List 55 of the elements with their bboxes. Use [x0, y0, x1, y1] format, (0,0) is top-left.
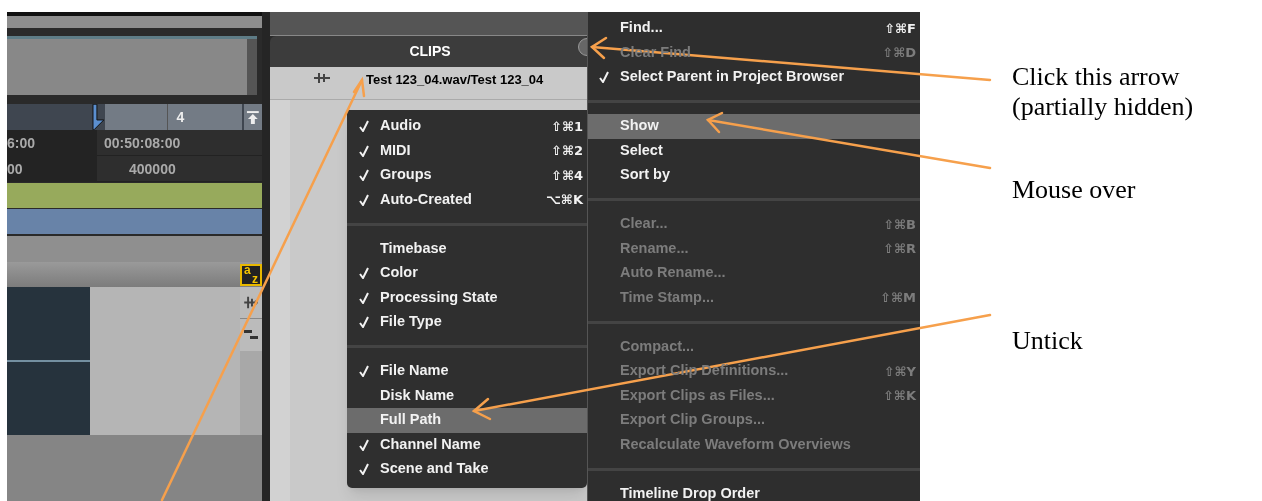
- check-icon: [358, 144, 369, 157]
- menu-item[interactable]: Groups ⇧⌘4: [347, 163, 587, 188]
- shortcut-text: ⇧⌘Y: [883, 362, 917, 381]
- menu-item[interactable]: Scene and Take: [347, 457, 587, 482]
- upload-icon[interactable]: [244, 104, 262, 130]
- shortcut-text: ⌥⌘K: [545, 191, 584, 209]
- menu-item[interactable]: Select Parent in Project Browser: [588, 65, 920, 90]
- check-icon: [358, 291, 369, 304]
- menu-item[interactable]: Show: [588, 114, 920, 139]
- timecode-cell-text: 00:50:08:00: [103, 133, 181, 153]
- ruler-segment: [105, 104, 168, 130]
- check-icon: [599, 71, 609, 84]
- shortcut-text: ⇧⌘2: [551, 142, 584, 160]
- menu-item[interactable]: Select: [588, 138, 920, 163]
- timecode-cell: 6:00: [7, 129, 97, 156]
- menu-item[interactable]: MIDI ⇧⌘2: [347, 138, 587, 163]
- annotation-text: Click this arrow (partially hidden): [1012, 62, 1194, 122]
- check-icon: [358, 193, 369, 206]
- sort-button[interactable]: a z: [240, 263, 262, 286]
- menu-item[interactable]: Processing State: [347, 285, 587, 310]
- menu-item[interactable]: Disk Name: [347, 383, 587, 408]
- shortcut-text: ⇧⌘K: [882, 387, 917, 405]
- menu-item[interactable]: Audio ⇧⌘1: [347, 114, 587, 139]
- menu-item[interactable]: Sort by: [588, 163, 920, 188]
- bar-number: 4: [167, 104, 243, 130]
- check-icon: [358, 267, 369, 280]
- shortcut-text: ⇧⌘B: [883, 215, 917, 234]
- timecode-cell-text: 400000: [128, 159, 176, 179]
- menu-item[interactable]: Color: [347, 261, 587, 286]
- menu-item[interactable]: Channel Name: [347, 432, 587, 457]
- shortcut-text: ⇧⌘F: [884, 19, 917, 38]
- shortcut-text: ⇧⌘1: [551, 117, 584, 136]
- lines-icon[interactable]: [240, 319, 262, 351]
- menu-item[interactable]: File Type: [347, 310, 587, 335]
- annotation-text: Untick: [1012, 326, 1083, 356]
- shortcut-text: ⇧⌘4: [551, 166, 584, 185]
- shortcut-text: ⇧⌘D: [882, 44, 917, 62]
- menu-item[interactable]: File Name: [347, 359, 587, 384]
- shortcut-text: ⇧⌘R: [883, 240, 917, 258]
- check-icon: [358, 169, 369, 182]
- check-icon: [358, 463, 369, 476]
- shortcut-text: ⇧⌘M: [880, 289, 917, 307]
- menu-item[interactable]: Auto-Created ⌥⌘K: [347, 187, 587, 212]
- check-icon: [358, 120, 369, 133]
- timecode-cell: 00: [7, 155, 97, 182]
- waveform-icon: [314, 72, 330, 84]
- menu-item[interactable]: Find... ⇧⌘F: [588, 16, 920, 41]
- menu-item[interactable]: Full Path: [347, 408, 587, 433]
- menu-item[interactable]: Timeline Drop Order: [588, 481, 920, 501]
- panel-title: CLIPS: [409, 42, 451, 61]
- check-icon: [358, 316, 369, 329]
- menu-item[interactable]: Timebase: [347, 236, 587, 261]
- check-icon: [358, 438, 369, 451]
- check-icon: [358, 365, 369, 378]
- annotation-text: Mouse over: [1012, 175, 1136, 205]
